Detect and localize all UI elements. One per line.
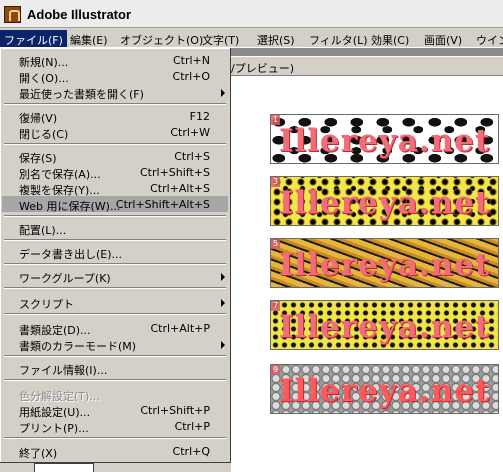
menu-item-label: データ書き出し(E)...	[19, 248, 123, 261]
menu-item-shortcut: Ctrl+Shift+P	[140, 404, 210, 417]
illustrator-app-icon[interactable]	[4, 6, 21, 23]
menu-item-shortcut: Ctrl+Shift+Alt+S	[115, 198, 210, 211]
menu-separator	[4, 143, 226, 145]
menu-item-shortcut: F12	[189, 110, 210, 123]
submenu-arrow-icon	[221, 299, 225, 307]
banner-text: Illereya.net	[278, 309, 491, 345]
menu-effect[interactable]: 効果(C)	[367, 30, 413, 47]
banner-leopard-pattern[interactable]: 3 Illereya.net	[270, 176, 499, 226]
menu-separator	[4, 215, 226, 217]
menu-item-shortcut: Ctrl+P	[174, 420, 210, 433]
menu-type[interactable]: 文字(T)	[198, 30, 243, 47]
menu-bar: ファイル(F) 編集(E) オブジェクト(O) 文字(T) 選択(S) フィルタ…	[0, 28, 503, 48]
menu-item-print[interactable]: プリント(P)... Ctrl+P	[2, 418, 228, 435]
menu-item-open-recent[interactable]: 最近使った書類を開く(F)	[2, 84, 228, 101]
menu-item-label: プリント(P)...	[19, 422, 89, 435]
title-bar: Adobe Illustrator	[0, 0, 503, 28]
menu-file[interactable]: ファイル(F)	[0, 30, 67, 47]
menu-item-shortcut: Ctrl+S	[174, 150, 210, 163]
menu-item-save[interactable]: 保存(S) Ctrl+S	[2, 148, 228, 165]
menu-item-separation-setup: 色分解設定(T)...	[2, 386, 228, 403]
menu-item-scripts[interactable]: スクリプト	[2, 294, 228, 311]
menu-item-shortcut: Ctrl+Alt+S	[150, 182, 210, 195]
menu-item-place[interactable]: 配置(L)...	[2, 220, 228, 237]
menu-item-shortcut: Ctrl+N	[172, 54, 210, 67]
menu-edit[interactable]: 編集(E)	[66, 30, 112, 47]
menu-item-new[interactable]: 新規(N)... Ctrl+N	[2, 52, 228, 69]
menu-item-label: ファイル情報(I)...	[19, 364, 108, 377]
toolbox-edge	[0, 463, 231, 472]
menu-item-label: ワークグループ(K)	[19, 272, 111, 285]
menu-item-exit[interactable]: 終了(X) Ctrl+Q	[2, 443, 228, 460]
illustrator-window: Adobe Illustrator ファイル(F) 編集(E) オブジェクト(O…	[0, 0, 503, 472]
menu-separator	[4, 103, 226, 105]
menu-separator	[4, 313, 226, 315]
banner-snake-pattern[interactable]: 9 Illereya.net	[270, 364, 499, 414]
banner-text: Illereya.net	[278, 123, 491, 159]
banner-tiger-pattern[interactable]: 5 Illereya.net	[270, 238, 499, 288]
menu-item-export[interactable]: データ書き出し(E)...	[2, 244, 228, 261]
menu-window[interactable]: ウイン	[472, 30, 503, 47]
banner-text: Illereya.net	[278, 247, 491, 283]
menu-item-open[interactable]: 開く(O)... Ctrl+O	[2, 68, 228, 85]
submenu-arrow-icon	[221, 273, 225, 281]
menu-separator	[4, 263, 226, 265]
banner-text: Illereya.net	[278, 373, 491, 409]
menu-item-save-a-copy[interactable]: 複製を保存(Y)... Ctrl+Alt+S	[2, 180, 228, 197]
menu-separator	[4, 239, 226, 241]
menu-item-file-info[interactable]: ファイル情報(I)...	[2, 360, 228, 377]
menu-item-shortcut: Ctrl+Q	[172, 445, 210, 458]
menu-separator	[4, 437, 226, 439]
menu-item-shortcut: Ctrl+Alt+P	[150, 322, 210, 335]
submenu-arrow-icon	[221, 341, 225, 349]
banner-cheetah-pattern[interactable]: 7 Illereya.net	[270, 300, 499, 350]
menu-object[interactable]: オブジェクト(O)	[116, 30, 207, 47]
menu-item-label: 配置(L)...	[19, 224, 67, 237]
window-title: Adobe Illustrator	[27, 7, 132, 22]
menu-separator	[4, 355, 226, 357]
menu-item-label: Web 用に保存(W)...	[19, 200, 121, 213]
menu-item-shortcut: Ctrl+O	[172, 70, 210, 83]
document-title: /プレビュー)	[231, 62, 294, 75]
menu-item-label: 最近使った書類を開く(F)	[19, 88, 144, 101]
menu-item-shortcut: Ctrl+Shift+S	[140, 166, 210, 179]
menu-item-save-for-web[interactable]: Web 用に保存(W)... Ctrl+Shift+Alt+S	[2, 196, 228, 213]
menu-select[interactable]: 選択(S)	[253, 30, 299, 47]
banner-cow-pattern[interactable]: 1 Illereya.net	[270, 114, 499, 164]
menu-item-document-setup[interactable]: 書類設定(D)... Ctrl+Alt+P	[2, 320, 228, 337]
menu-item-document-color-mode[interactable]: 書類のカラーモード(M)	[2, 336, 228, 353]
banner-text: Illereya.net	[278, 185, 491, 221]
menu-item-label: スクリプト	[19, 298, 74, 311]
file-menu-dropdown: 新規(N)... Ctrl+N 開く(O)... Ctrl+O 最近使った書類を…	[0, 48, 231, 463]
menu-item-workgroup[interactable]: ワークグループ(K)	[2, 268, 228, 285]
menu-filter[interactable]: フィルタ(L)	[305, 30, 372, 47]
menu-item-shortcut: Ctrl+W	[170, 126, 210, 139]
toolbox-panel	[34, 463, 94, 472]
menu-item-label: 終了(X)	[19, 447, 58, 460]
menu-view[interactable]: 画面(V)	[420, 30, 466, 47]
menu-item-label: 書類のカラーモード(M)	[19, 340, 137, 353]
menu-separator	[4, 287, 226, 289]
menu-item-close[interactable]: 閉じる(C) Ctrl+W	[2, 124, 228, 141]
menu-item-save-as[interactable]: 別名で保存(A)... Ctrl+Shift+S	[2, 164, 228, 181]
menu-item-revert[interactable]: 復帰(V) F12	[2, 108, 228, 125]
menu-item-print-setup[interactable]: 用紙設定(U)... Ctrl+Shift+P	[2, 402, 228, 419]
document-title-bar[interactable]: /プレビュー)	[225, 56, 503, 76]
menu-item-label: 閉じる(C)	[19, 128, 69, 141]
submenu-arrow-icon	[221, 89, 225, 97]
menu-separator	[4, 379, 226, 381]
